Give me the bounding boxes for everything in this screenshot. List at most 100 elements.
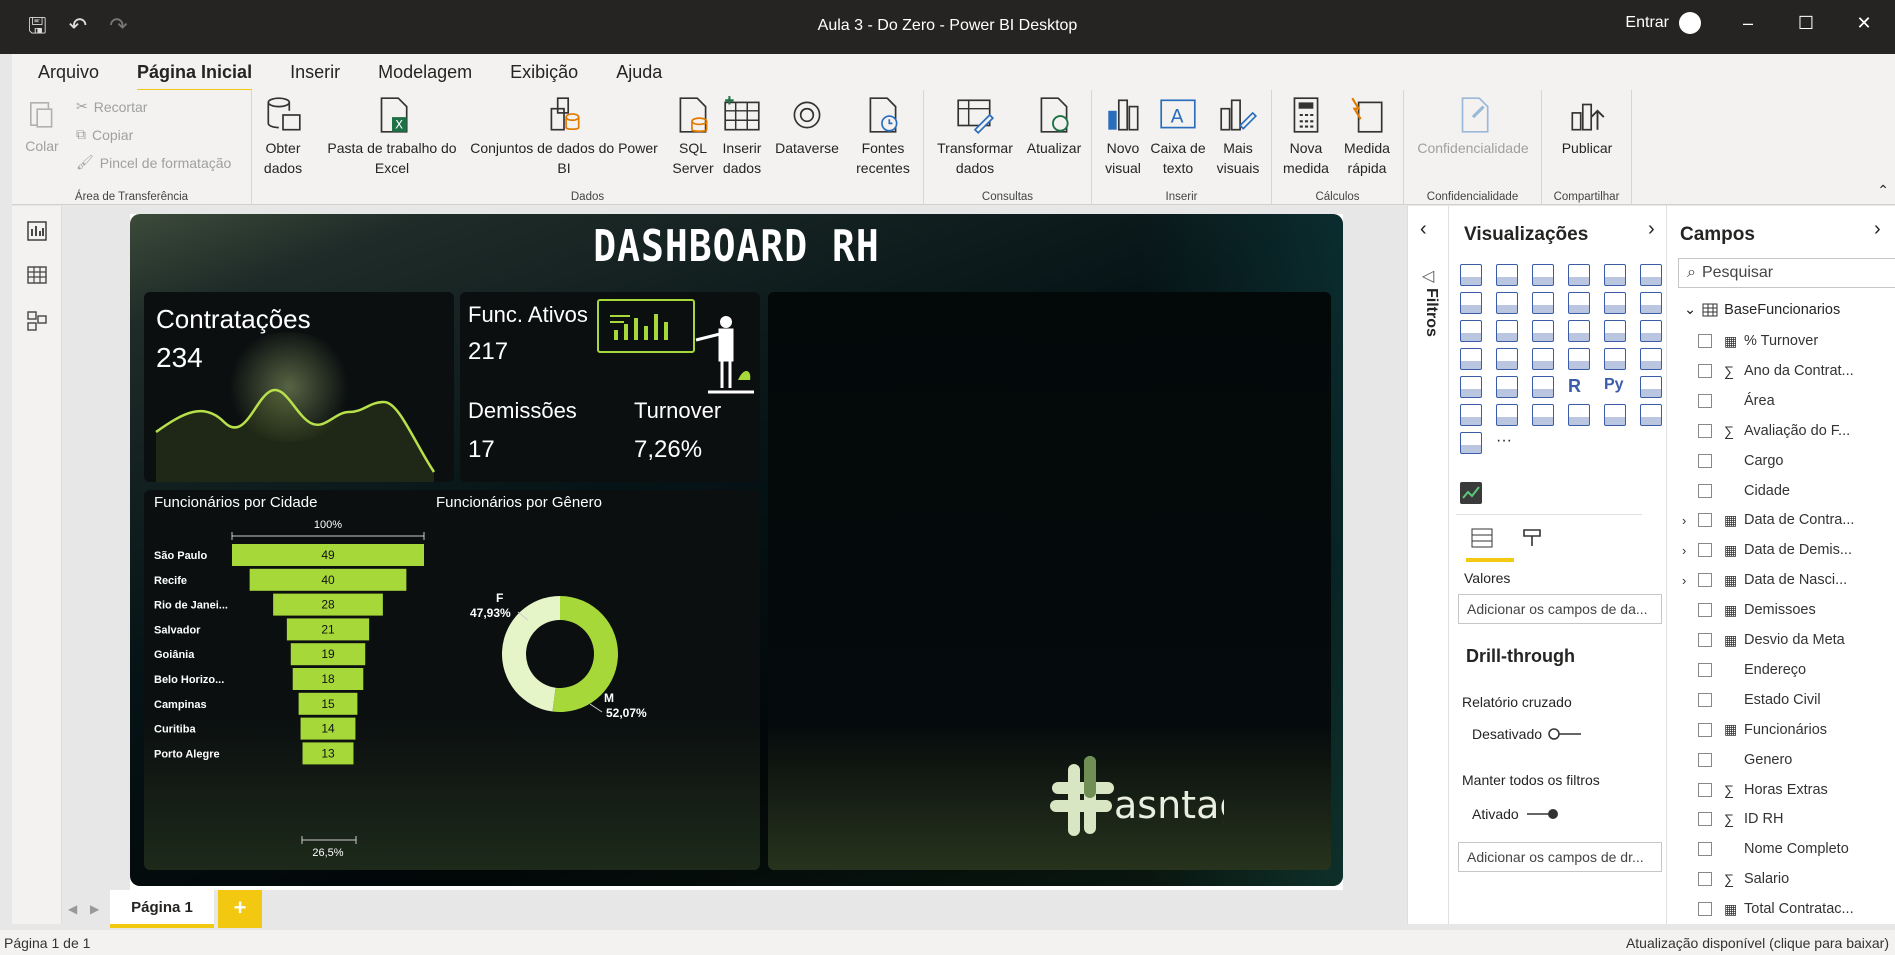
tab-ajuda[interactable]: Ajuda: [616, 58, 662, 87]
sensitivity-button[interactable]: Confidencialidade: [1408, 94, 1538, 158]
excel-button[interactable]: X Pasta de trabalho do Excel: [322, 94, 462, 178]
collapse-fields-icon[interactable]: ›: [1874, 218, 1881, 241]
tab-modelagem[interactable]: Modelagem: [378, 58, 472, 87]
collapse-ribbon-icon[interactable]: ⌃: [1877, 182, 1889, 199]
format-tab-icon[interactable]: [1520, 526, 1544, 550]
field-checkbox[interactable]: [1698, 902, 1712, 917]
filters-pane-label[interactable]: Filtros: [1422, 288, 1440, 337]
field-item[interactable]: Cidade: [1698, 476, 1790, 506]
field-item[interactable]: Área: [1698, 386, 1775, 416]
field-item[interactable]: Nome Completo: [1698, 834, 1849, 864]
refresh-button[interactable]: Atualizar: [1022, 94, 1086, 158]
paginated-visual-icon[interactable]: [1568, 404, 1590, 426]
more-visuals-button[interactable]: Mais visuais: [1210, 94, 1266, 178]
tab-exibicao[interactable]: Exibição: [510, 58, 578, 87]
field-checkbox[interactable]: [1698, 363, 1712, 378]
field-item[interactable]: ▦ Demissoes: [1698, 595, 1816, 625]
multi-row-card-visual-icon[interactable]: [1604, 348, 1626, 370]
chevron-right-icon[interactable]: ›: [1682, 573, 1698, 588]
field-checkbox[interactable]: [1698, 842, 1712, 857]
more-visual-icon[interactable]: ···: [1496, 432, 1518, 454]
new-visual-button[interactable]: Novo visual: [1100, 94, 1146, 178]
line-stacked-column-visual-icon[interactable]: [1604, 292, 1626, 314]
stacked-bar-visual-icon[interactable]: [1460, 264, 1482, 286]
field-checkbox[interactable]: [1698, 393, 1712, 408]
field-item[interactable]: ▦ % Turnover: [1698, 326, 1818, 356]
card-empty-visual[interactable]: asntag: [768, 292, 1331, 870]
field-item[interactable]: Estado Civil: [1698, 685, 1821, 715]
card-visual-icon[interactable]: [1568, 348, 1590, 370]
avatar[interactable]: [1679, 12, 1701, 34]
clustered-column-visual-icon[interactable]: [1568, 264, 1590, 286]
field-item[interactable]: Endereço: [1698, 655, 1806, 685]
field-item[interactable]: ∑ ID RH: [1698, 804, 1783, 834]
enter-data-button[interactable]: Inserir dados: [714, 94, 770, 178]
kpi-visual-icon[interactable]: [1640, 348, 1662, 370]
field-checkbox[interactable]: [1698, 334, 1712, 348]
field-checkbox[interactable]: [1698, 722, 1712, 737]
field-item[interactable]: ∑ Avaliação do F...: [1698, 416, 1850, 446]
field-checkbox[interactable]: [1698, 782, 1712, 797]
next-page-icon[interactable]: ▶: [90, 902, 99, 916]
collapse-viz-icon[interactable]: ›: [1648, 218, 1655, 241]
arcgis-visual-icon[interactable]: [1460, 432, 1482, 454]
field-checkbox[interactable]: [1698, 453, 1712, 468]
transform-data-button[interactable]: Transformar dados: [930, 94, 1020, 178]
maximize-icon[interactable]: ☐: [1795, 13, 1817, 34]
report-page[interactable]: DASHBOARD RH Contratações 234 Func. Ativ…: [130, 214, 1343, 886]
donut-visual-icon[interactable]: [1604, 320, 1626, 342]
keep-filters-toggle[interactable]: Ativado: [1472, 806, 1559, 822]
field-item[interactable]: ▦ Total Contratac...: [1698, 894, 1854, 924]
get-data-button[interactable]: Obter dados: [258, 94, 308, 178]
custom-visual-icon[interactable]: [1460, 482, 1482, 504]
quick-measure-button[interactable]: Medida rápida: [1336, 94, 1398, 178]
field-item[interactable]: › ▦ Data de Nasci...: [1682, 565, 1847, 595]
key-influencers-visual-icon[interactable]: [1640, 376, 1662, 398]
python-visual-visual-icon[interactable]: Py: [1604, 376, 1626, 398]
table-basefuncionarios[interactable]: ⌄ BaseFuncionarios: [1684, 302, 1840, 318]
waterfall-visual-icon[interactable]: [1460, 320, 1482, 342]
field-checkbox[interactable]: [1698, 513, 1712, 528]
table-visual-icon[interactable]: [1496, 376, 1518, 398]
update-available-link[interactable]: Atualização disponível (clique para baix…: [1626, 935, 1889, 951]
add-page-button[interactable]: +: [218, 890, 262, 928]
stacked-area-visual-icon[interactable]: [1532, 292, 1554, 314]
map-visual-icon[interactable]: [1460, 348, 1482, 370]
tab-pagina-inicial[interactable]: Página Inicial: [137, 58, 253, 93]
format-painter-button[interactable]: 🖌 Pincel de formatação: [76, 154, 231, 171]
area-visual-icon[interactable]: [1496, 292, 1518, 314]
card-kpis[interactable]: Func. Ativos 217 Demissões 17 Turnover 7…: [460, 292, 760, 482]
field-checkbox[interactable]: [1698, 543, 1712, 558]
copy-button[interactable]: ⧉ Copiar: [76, 126, 133, 143]
field-checkbox[interactable]: [1698, 573, 1712, 588]
clustered-bar-visual-icon[interactable]: [1532, 264, 1554, 286]
ribbon-visual-icon[interactable]: [1640, 292, 1662, 314]
model-view-icon[interactable]: [26, 310, 48, 332]
100-bar-visual-icon[interactable]: [1604, 264, 1626, 286]
field-item[interactable]: › ▦ Data de Contra...: [1682, 505, 1854, 535]
field-item[interactable]: ▦ Funcionários: [1698, 715, 1827, 745]
tab-arquivo[interactable]: Arquivo: [38, 58, 99, 87]
table-view-icon[interactable]: [26, 264, 48, 286]
signin-button[interactable]: Entrar: [1625, 14, 1669, 32]
line-visual-icon[interactable]: [1460, 292, 1482, 314]
recent-sources-button[interactable]: Fontes recentes: [848, 94, 918, 178]
field-item[interactable]: Cargo: [1698, 446, 1784, 476]
filter-pane-icon[interactable]: ◁: [1422, 266, 1434, 286]
cross-report-toggle[interactable]: Desativado: [1472, 726, 1582, 742]
gauge-visual-icon[interactable]: [1532, 348, 1554, 370]
line-column-visual-icon[interactable]: [1568, 292, 1590, 314]
treemap-visual-icon[interactable]: [1640, 320, 1662, 342]
funnel-visual-icon[interactable]: [1496, 320, 1518, 342]
card-contratacoes[interactable]: Contratações 234: [144, 292, 454, 482]
field-checkbox[interactable]: [1698, 752, 1712, 767]
power-automate-visual-icon[interactable]: [1640, 404, 1662, 426]
add-drillthrough-fields-well[interactable]: Adicionar os campos de dr...: [1458, 842, 1662, 872]
fields-search-input[interactable]: ⌕ Pesquisar: [1678, 258, 1895, 288]
tab-inserir[interactable]: Inserir: [290, 58, 340, 87]
pie-visual-icon[interactable]: [1568, 320, 1590, 342]
smart-narrative-visual-icon[interactable]: [1532, 404, 1554, 426]
minimize-icon[interactable]: –: [1737, 13, 1759, 34]
close-icon[interactable]: ✕: [1853, 13, 1875, 34]
field-checkbox[interactable]: [1698, 603, 1712, 618]
